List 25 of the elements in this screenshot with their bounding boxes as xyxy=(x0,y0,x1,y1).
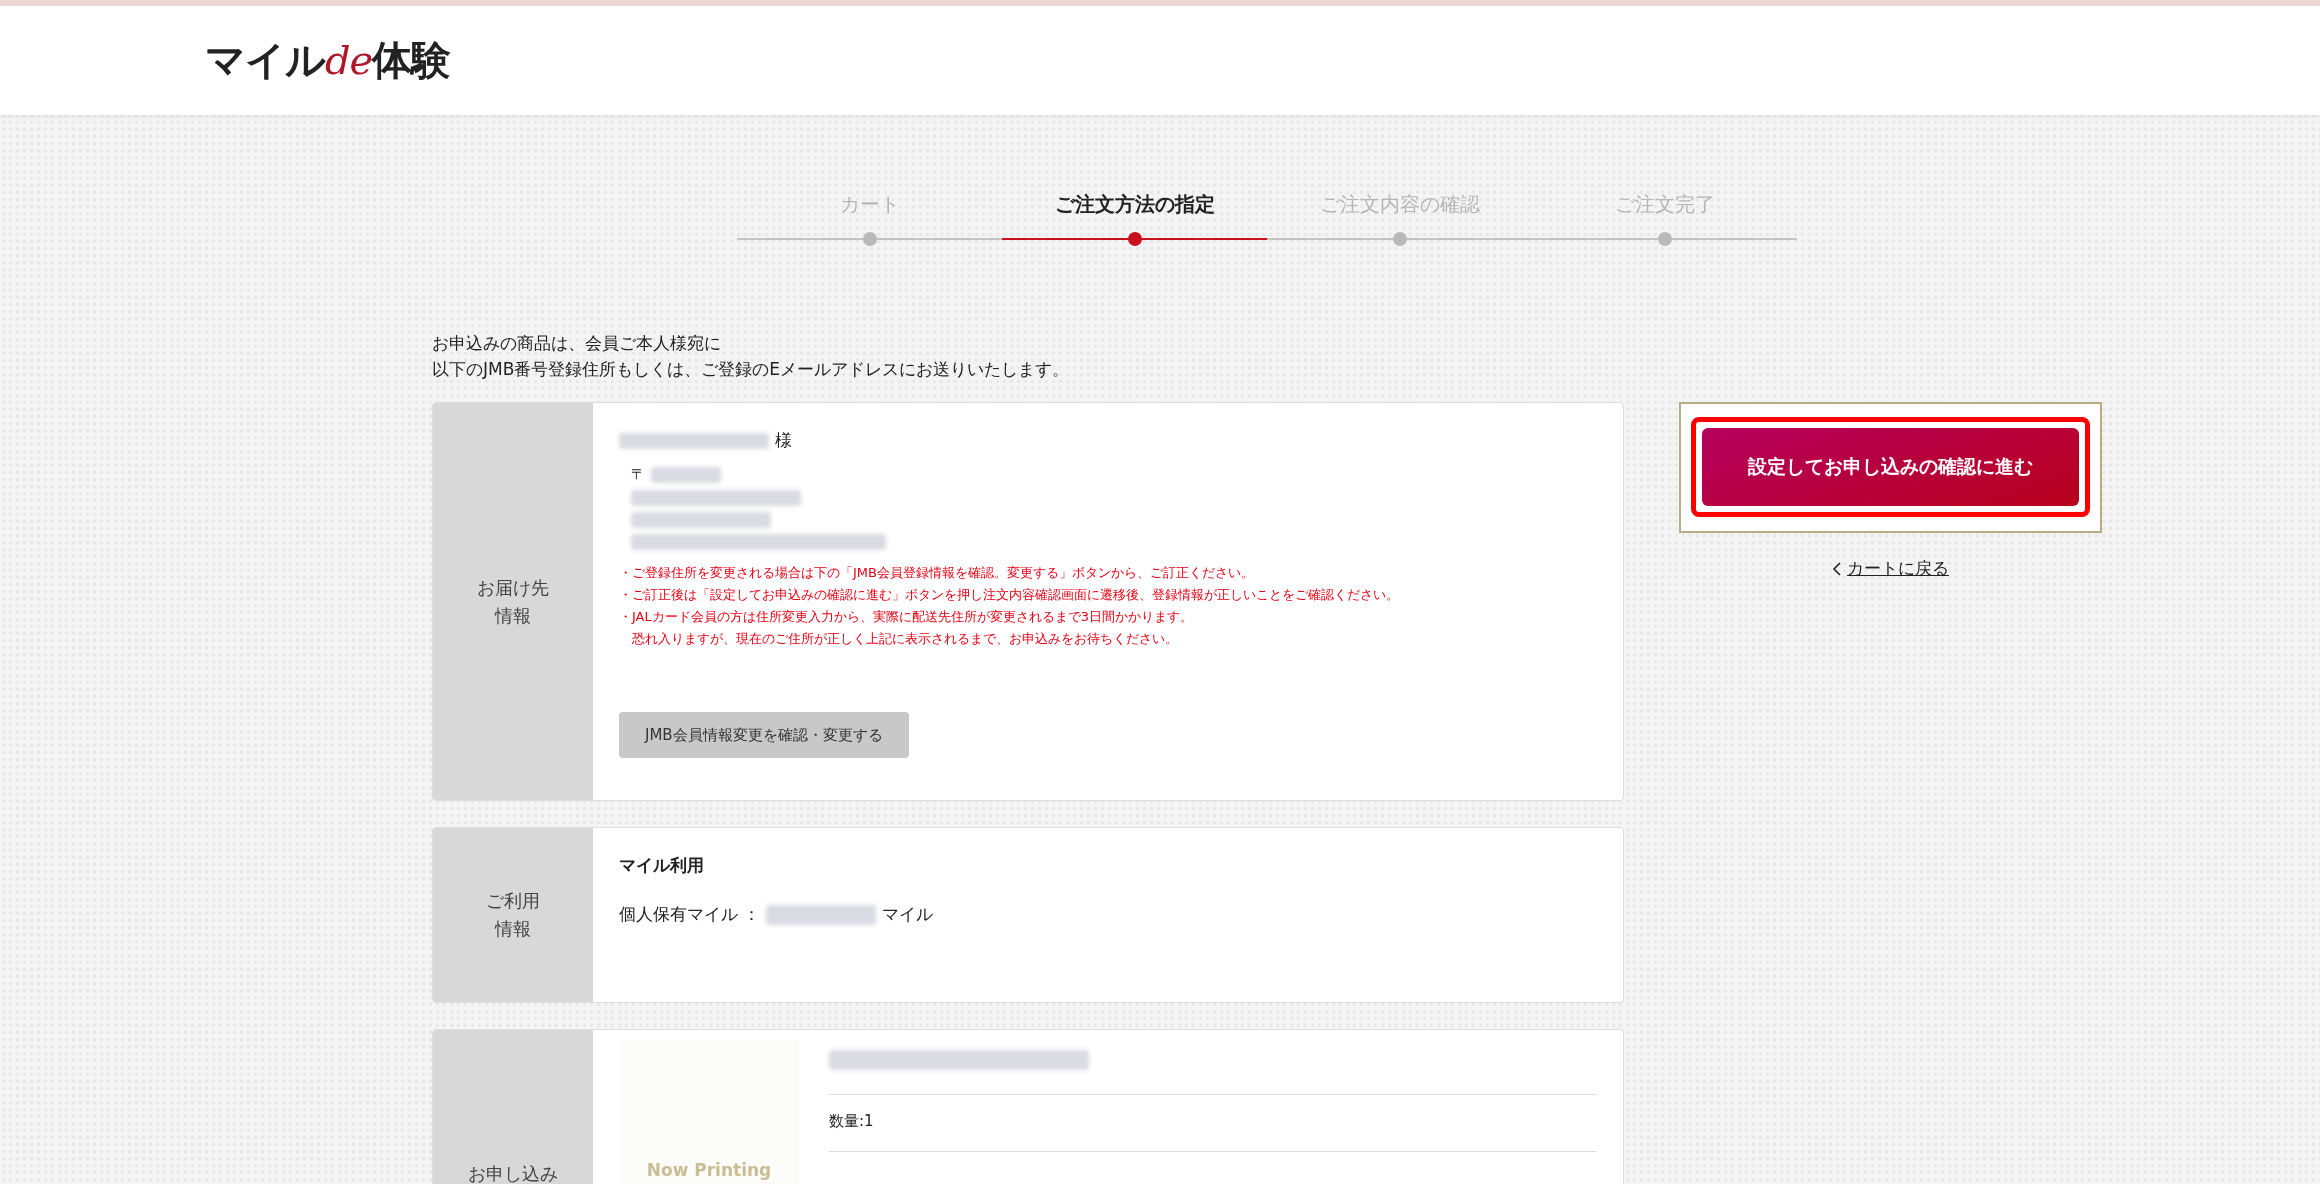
step-label: ご注文方法の指定 xyxy=(1054,191,1215,218)
notice-text: ・ご登録住所を変更される場合は下の「JMB会員登録情報を確認。変更する」ボタンから、ご訂正ください。 xyxy=(619,564,1254,582)
card-label: お届け先 情報 xyxy=(433,403,593,800)
section-heading: マイル利用 xyxy=(619,854,705,877)
notice-text: ・JALカード会員の方は住所変更入力から、実際に配送先住所が変更されるまで3日間かかります。 xyxy=(619,608,1193,626)
unit-text: マイル xyxy=(882,903,934,926)
quantity-text: 数量:1 xyxy=(829,1112,874,1130)
now-printing-text: Now Printing xyxy=(646,1160,772,1180)
site-logo: マイルde体験 xyxy=(205,36,451,85)
step-label: ご注文完了 xyxy=(1614,191,1715,218)
field-label: 個人保有マイル ： xyxy=(619,903,761,926)
card-label: ご利用 情報 xyxy=(433,828,593,1002)
back-to-cart-link[interactable]: カートに戻る xyxy=(1847,557,1949,580)
step-label: カート xyxy=(839,191,900,218)
honorific-text: 様 xyxy=(775,429,792,452)
postal-mark: 〒 xyxy=(631,466,645,484)
submit-button[interactable]: 設定してお申し込みの確認に進む xyxy=(1702,428,2079,506)
notice-text: 恐れ入りますが、現在のご住所が正しく上記に表示されるまで、お申込みをお待ちください。 xyxy=(632,630,1178,648)
notice-text: ・ご訂正後は「設定してお申込みの確認に進む」ボタンを押し注文内容確認画面に遷移後、登録情報が正しいことをご確認ください。 xyxy=(619,586,1399,604)
intro-text: お申込みの商品は、会員ご本人様宛に 以下のJMB番号登録住所もしくは、ご登録のEメールアドレスにお送りいたします。 xyxy=(432,332,1071,381)
redacted-text xyxy=(651,467,721,483)
card-label: お申し込み xyxy=(433,1030,593,1184)
step-label: ご注文内容の確認 xyxy=(1319,191,1480,218)
chevron-left-icon xyxy=(1832,561,1841,576)
member-info-button[interactable]: JMB会員情報変更を確認・変更する xyxy=(619,712,909,758)
